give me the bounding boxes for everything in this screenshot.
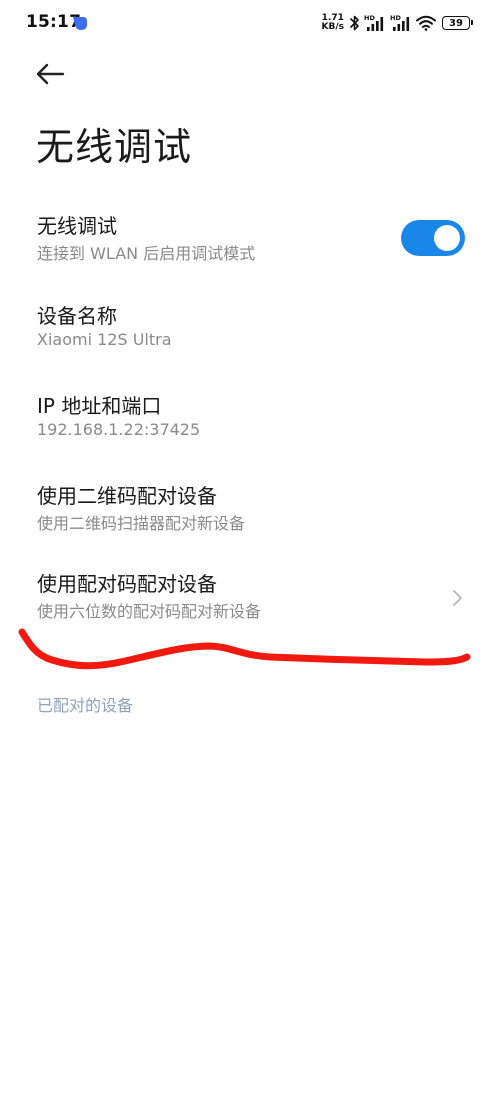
setting-summary: 192.168.1.22:37425 xyxy=(37,420,201,439)
svg-text:HD: HD xyxy=(364,14,375,22)
setting-summary: 使用二维码扫描器配对新设备 xyxy=(37,514,246,533)
chevron-right-icon xyxy=(453,590,462,606)
setting-title: 使用配对码配对设备 xyxy=(37,572,217,596)
bluetooth-icon xyxy=(350,15,359,31)
setting-wireless-debugging[interactable]: 无线调试 连接到 WLAN 后启用调试模式 xyxy=(0,200,500,286)
wireless-debugging-toggle[interactable] xyxy=(401,220,465,256)
setting-pair-pairing-code[interactable]: 使用配对码配对设备 使用六位数的配对码配对新设备 xyxy=(0,558,500,644)
setting-title: 使用二维码配对设备 xyxy=(37,484,217,508)
app-notification-icon xyxy=(73,17,87,30)
toggle-knob xyxy=(434,225,460,251)
setting-summary: Xiaomi 12S Ultra xyxy=(37,330,172,349)
battery-level: 39 xyxy=(449,17,463,29)
back-button[interactable] xyxy=(30,56,70,92)
signal-hd-2-icon: HD xyxy=(390,14,410,31)
setting-summary: 连接到 WLAN 后启用调试模式 xyxy=(37,244,256,263)
status-bar: 15:17 1.71 KB/s HD HD 39 xyxy=(0,0,500,46)
status-icons: 1.71 KB/s HD HD 39 xyxy=(322,12,473,34)
setting-ip-port[interactable]: IP 地址和端口 192.168.1.22:37425 xyxy=(0,380,500,466)
setting-pair-qr-code[interactable]: 使用二维码配对设备 使用二维码扫描器配对新设备 xyxy=(0,470,500,556)
battery-icon: 39 xyxy=(442,16,473,30)
setting-title: IP 地址和端口 xyxy=(37,394,162,418)
setting-title: 无线调试 xyxy=(37,214,117,238)
network-speed: 1.71 KB/s xyxy=(322,14,344,32)
paired-devices-header: 已配对的设备 xyxy=(37,696,134,715)
signal-hd-1-icon: HD xyxy=(364,14,384,31)
setting-summary: 使用六位数的配对码配对新设备 xyxy=(37,602,262,621)
svg-text:HD: HD xyxy=(390,14,401,22)
setting-title: 设备名称 xyxy=(37,304,117,328)
wifi-icon xyxy=(416,15,436,31)
arrow-left-icon xyxy=(36,63,65,85)
setting-device-name[interactable]: 设备名称 Xiaomi 12S Ultra xyxy=(0,290,500,376)
network-speed-unit: KB/s xyxy=(321,22,344,32)
page-title: 无线调试 xyxy=(36,125,193,169)
